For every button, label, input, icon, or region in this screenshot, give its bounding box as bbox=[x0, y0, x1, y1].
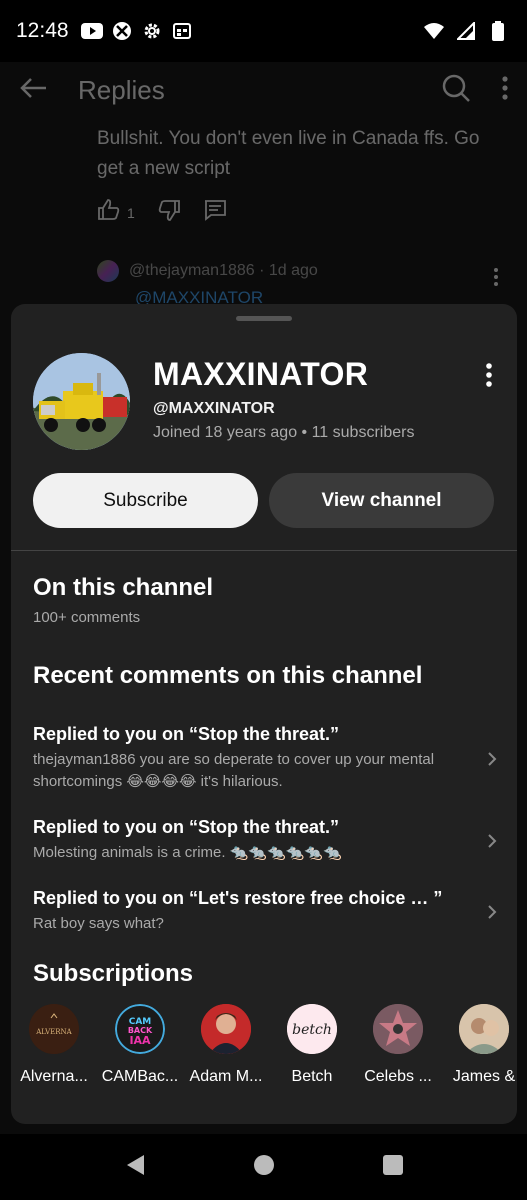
alverna-logo-text: ALVERNA bbox=[35, 1028, 72, 1036]
subscription-name: CAMBac... bbox=[101, 1068, 179, 1085]
subscription-item[interactable]: Adam M... bbox=[183, 1004, 269, 1100]
recent-comment-item[interactable]: Replied to you on “Stop the threat.” the… bbox=[33, 724, 507, 793]
subscription-name: Alverna... bbox=[20, 1068, 88, 1085]
subscription-item[interactable]: betch Betch bbox=[269, 1004, 355, 1100]
recent-comment-body: Rat boy says what? bbox=[33, 915, 164, 932]
back-triangle-icon[interactable] bbox=[124, 1153, 146, 1182]
subscribe-button[interactable]: Subscribe bbox=[33, 473, 258, 528]
subscription-item[interactable]: CAM BACK IAA CAMBac... bbox=[97, 1004, 183, 1100]
signal-icon bbox=[455, 20, 477, 42]
avatar: CAM BACK IAA bbox=[115, 1004, 165, 1054]
subscriptions-heading: Subscriptions bbox=[33, 960, 194, 987]
chevron-right-icon bbox=[487, 817, 497, 864]
subscription-name: Betch bbox=[291, 1068, 333, 1085]
system-navigation-bar bbox=[0, 1134, 527, 1200]
status-time: 12:48 bbox=[16, 19, 69, 42]
recent-comment-item[interactable]: Replied to you on “Let's restore free ch… bbox=[33, 888, 507, 935]
page-title: Replies bbox=[78, 74, 165, 105]
like-count: 1 bbox=[127, 204, 135, 221]
dislike-icon[interactable] bbox=[157, 198, 181, 227]
avatar: ALVERNA bbox=[29, 1004, 79, 1054]
divider bbox=[11, 550, 517, 551]
chevron-right-icon bbox=[487, 888, 497, 935]
subscriptions-row: ALVERNA Alverna... CAM BACK IAA CAMBac... … bbox=[11, 1004, 517, 1100]
recent-comment-title: Replied to you on “Stop the threat.” bbox=[33, 724, 339, 744]
reply-comment-text: Bullshit. You don't even live in Canada … bbox=[97, 128, 480, 179]
subscription-item[interactable]: Celebs ... bbox=[355, 1004, 441, 1100]
recent-comment-title: Replied to you on “Let's restore free ch… bbox=[33, 888, 443, 908]
settings-gear-icon bbox=[141, 20, 163, 42]
home-circle-icon[interactable] bbox=[253, 1154, 275, 1181]
more-options-icon[interactable] bbox=[493, 267, 499, 292]
youtube-icon bbox=[80, 20, 103, 42]
avatar bbox=[373, 1004, 423, 1054]
more-options-icon[interactable] bbox=[501, 75, 509, 106]
subreply-author[interactable]: @thejayman1886 · 1d ago bbox=[129, 262, 318, 280]
channel-meta: Joined 18 years ago • 11 subscribers bbox=[153, 424, 415, 441]
subreply-header: @thejayman1886 · 1d ago bbox=[97, 260, 318, 282]
battery-icon bbox=[487, 20, 509, 42]
drag-handle[interactable] bbox=[236, 316, 292, 321]
avatar bbox=[459, 1004, 509, 1054]
subscription-item[interactable]: ALVERNA Alverna... bbox=[11, 1004, 97, 1100]
replies-app-bar: Replies bbox=[0, 62, 527, 118]
channel-avatar[interactable] bbox=[33, 353, 130, 450]
on-this-channel-heading: On this channel bbox=[33, 574, 214, 601]
subscription-name: Celebs ... bbox=[364, 1068, 432, 1085]
recents-square-icon[interactable] bbox=[382, 1154, 404, 1181]
channel-handle: @MAXXINATOR bbox=[153, 400, 275, 417]
reply-comment-icon[interactable] bbox=[203, 198, 227, 227]
comment-count: 100+ comments bbox=[33, 609, 141, 626]
recent-comments-heading: Recent comments on this channel bbox=[33, 662, 423, 689]
subscription-item[interactable]: James & bbox=[441, 1004, 517, 1100]
more-options-icon[interactable] bbox=[485, 362, 493, 393]
recent-comment-body: thejayman1886 you are so deperate to cov… bbox=[33, 751, 435, 790]
like-icon[interactable] bbox=[97, 198, 121, 227]
subscription-name: Adam M... bbox=[189, 1068, 263, 1085]
channel-name: MAXXINATOR bbox=[153, 356, 369, 392]
avatar bbox=[201, 1004, 251, 1054]
wifi-icon bbox=[423, 20, 445, 42]
back-arrow-icon[interactable] bbox=[18, 76, 48, 105]
channel-bottom-sheet: MAXXINATOR @MAXXINATOR Joined 18 years a… bbox=[11, 304, 517, 1124]
recent-comment-title: Replied to you on “Stop the threat.” bbox=[33, 817, 339, 837]
betch-logo-text: betch bbox=[292, 1022, 332, 1038]
search-icon[interactable] bbox=[441, 73, 471, 108]
status-bar: 12:48 bbox=[0, 0, 527, 62]
avatar[interactable] bbox=[97, 260, 119, 282]
subscription-name: James & bbox=[452, 1068, 516, 1085]
recent-comment-item[interactable]: Replied to you on “Stop the threat.” Mol… bbox=[33, 817, 507, 864]
recent-comment-body: Molesting animals is a crime. 🐀🐀🐀🐀🐀🐀 bbox=[33, 844, 342, 861]
chevron-right-icon bbox=[487, 724, 497, 793]
avatar: betch bbox=[287, 1004, 337, 1054]
xbox-icon bbox=[111, 20, 133, 42]
svg-text:IAA: IAA bbox=[129, 1034, 151, 1047]
calendar-icon bbox=[171, 20, 193, 42]
view-channel-button[interactable]: View channel bbox=[269, 473, 494, 528]
reply-actions: 1 bbox=[97, 198, 227, 227]
